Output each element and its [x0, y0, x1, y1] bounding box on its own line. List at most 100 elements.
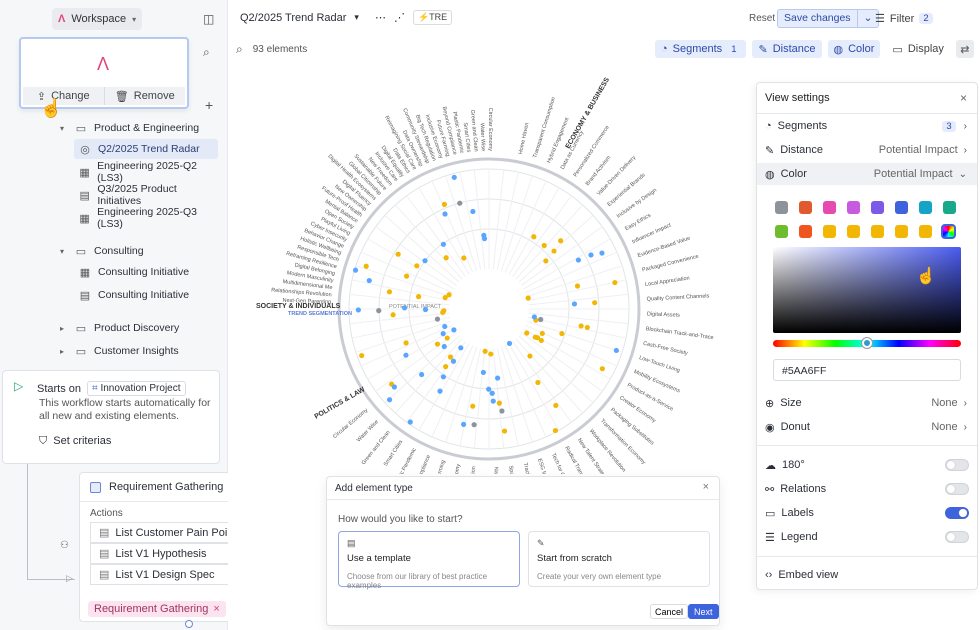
stage-chip[interactable]: Requirement Gathering × — [88, 601, 226, 617]
segments-label: Segments — [672, 43, 723, 55]
relations-toggle[interactable] — [945, 483, 969, 495]
sidebar-item[interactable]: ▦ Consulting Initiative — [74, 262, 218, 282]
radar-element-dot — [441, 201, 448, 207]
save-label[interactable]: Save changes — [778, 10, 857, 27]
hue-slider-handle[interactable] — [862, 338, 872, 348]
color-swatch[interactable] — [823, 225, 836, 238]
caret-right-icon[interactable]: ▸ — [60, 324, 68, 333]
labels-toggle[interactable] — [945, 507, 969, 519]
color-swatch[interactable] — [823, 201, 836, 214]
sidebar-item-label: Q2/2025 Trend Radar — [98, 143, 200, 155]
close-icon[interactable]: × — [960, 91, 967, 105]
size-setting[interactable]: ⊕ Size None › — [757, 392, 977, 414]
color-swatch[interactable] — [895, 201, 908, 214]
radar-element-dot — [422, 258, 428, 264]
segments-button[interactable]: ◔ Segments 1 — [655, 40, 747, 58]
tag-badge[interactable]: ⚡TRE — [412, 10, 453, 25]
requirement-header[interactable]: Requirement Gathering — [90, 481, 223, 493]
color-swatch[interactable] — [919, 201, 932, 214]
close-icon[interactable]: × — [703, 481, 709, 493]
radar-element-dot — [461, 421, 467, 427]
radar-spoke — [459, 348, 482, 447]
sidebar-item[interactable]: ▦ Engineering 2025-Q3 (LS3) — [74, 206, 218, 230]
sidebar-item[interactable]: ▤ Consulting Initiative — [74, 285, 218, 305]
settings-toggle-button[interactable]: ⇄ — [955, 40, 974, 58]
segments-setting[interactable]: ◔ Segments 3 › — [757, 115, 977, 137]
dialog-title: Add element type — [335, 483, 413, 494]
sidebar-item[interactable]: ▦ Engineering 2025-Q2 (LS3) — [74, 160, 218, 184]
remove-logo-button[interactable]: 🗑 Remove — [103, 87, 186, 105]
radar-element-dot — [444, 335, 450, 341]
custom-color-swatch[interactable] — [941, 224, 956, 239]
document-icon: ▤ — [79, 189, 90, 202]
legend-toggle[interactable] — [945, 531, 969, 543]
caret-right-icon[interactable]: ▾ — [60, 247, 68, 256]
donut-setting[interactable]: ◉ Donut None › — [757, 416, 977, 438]
embed-view-button[interactable]: ‹› Embed view — [757, 564, 977, 586]
search-icon[interactable]: ⌕ — [203, 45, 210, 60]
more-icon[interactable]: ⋯ — [375, 11, 386, 24]
caret-right-icon[interactable]: ▸ — [60, 347, 68, 356]
radar-spoke — [523, 238, 611, 290]
color-swatch[interactable] — [847, 201, 860, 214]
sidebar-folder[interactable]: ▸ ▭ Customer Insights — [56, 341, 222, 361]
radar-element-dot — [501, 428, 508, 434]
half-circle-toggle[interactable] — [945, 459, 969, 471]
hex-input[interactable]: #5AA6FF — [773, 359, 961, 381]
change-logo-button[interactable]: ⇪ Change — [23, 87, 104, 105]
reset-button[interactable]: Reset — [749, 13, 775, 24]
sidebar-folder[interactable]: ▾ ▭ Consulting — [56, 241, 222, 261]
share-icon[interactable]: ⋰ — [394, 11, 405, 24]
trend-label: Transformation Economy — [599, 418, 647, 466]
sector-label: ECONOMY & BUSINESS — [565, 76, 612, 150]
color-swatch[interactable] — [895, 225, 908, 238]
cancel-button[interactable]: Cancel — [650, 604, 689, 619]
radar-element-dot — [553, 402, 559, 409]
add-icon[interactable]: + — [205, 97, 213, 113]
sidebar-folder[interactable]: ▸ ▭ Product Discovery — [56, 318, 222, 338]
save-changes-button[interactable]: Save changes ⌄ — [777, 9, 880, 28]
sidebar-toggle-icon[interactable]: ◫ — [203, 12, 214, 26]
connection-handle[interactable] — [185, 620, 193, 628]
color-swatch[interactable] — [871, 225, 884, 238]
search-icon[interactable]: ⌕ — [236, 42, 243, 57]
color-swatch[interactable] — [799, 225, 812, 238]
next-button[interactable]: Next — [688, 604, 719, 619]
color-button[interactable]: ◍ Color — [827, 40, 881, 58]
trend-label: Smart Cities — [383, 439, 405, 468]
filter-button[interactable]: ☰ Filter 2 — [875, 12, 933, 25]
radar-element-dot — [499, 408, 505, 414]
trend-label: Home Haven — [518, 122, 531, 155]
caret-right-icon[interactable]: ▾ — [60, 124, 68, 133]
sidebar-item[interactable]: ◎ Q2/2025 Trend Radar — [74, 139, 218, 159]
color-swatch[interactable] — [943, 201, 956, 214]
sidebar-folder[interactable]: ▾ ▭ Product & Engineering — [56, 118, 222, 138]
color-swatch[interactable] — [775, 225, 788, 238]
edit-icon: ✎ — [537, 538, 545, 548]
remove-chip-icon[interactable]: × — [213, 603, 219, 615]
radar-spoke — [492, 169, 505, 270]
chevron-down-icon[interactable]: ▾ — [354, 12, 359, 23]
color-setting[interactable]: ◍ Color Potential Impact ⌄ — [757, 163, 977, 185]
set-criteria-button[interactable]: ⛉ Set criterias — [39, 435, 111, 448]
project-badge[interactable]: ⌗ Innovation Project — [87, 381, 186, 396]
distance-label: Distance — [772, 43, 816, 55]
radar-element-dot — [422, 306, 429, 313]
chevron-down-icon: ▾ — [132, 14, 137, 24]
color-swatch[interactable] — [871, 201, 884, 214]
display-button[interactable]: ▭ Display — [886, 40, 949, 58]
radar-element-dot — [524, 330, 530, 336]
color-swatch[interactable] — [847, 225, 860, 238]
color-swatch[interactable] — [919, 225, 932, 238]
color-picker-area[interactable] — [773, 247, 961, 333]
use-template-option[interactable]: ▤ Use a template Choose from our library… — [338, 531, 520, 590]
color-swatch[interactable] — [775, 201, 788, 214]
start-scratch-option[interactable]: ✎ Start from scratch Create your very ow… — [528, 531, 710, 587]
hand-cursor-icon: ☝ — [40, 98, 63, 118]
distance-button[interactable]: ✎ Distance — [752, 40, 822, 58]
page-title[interactable]: Q2/2025 Trend Radar — [240, 12, 346, 24]
color-swatch[interactable] — [799, 201, 812, 214]
sidebar-item[interactable]: ▤ Q3/2025 Product Initiatives — [74, 183, 218, 207]
workspace-switcher[interactable]: Λ Workspace ▾ — [52, 8, 142, 30]
distance-setting[interactable]: ✎ Distance Potential Impact › — [757, 139, 977, 161]
